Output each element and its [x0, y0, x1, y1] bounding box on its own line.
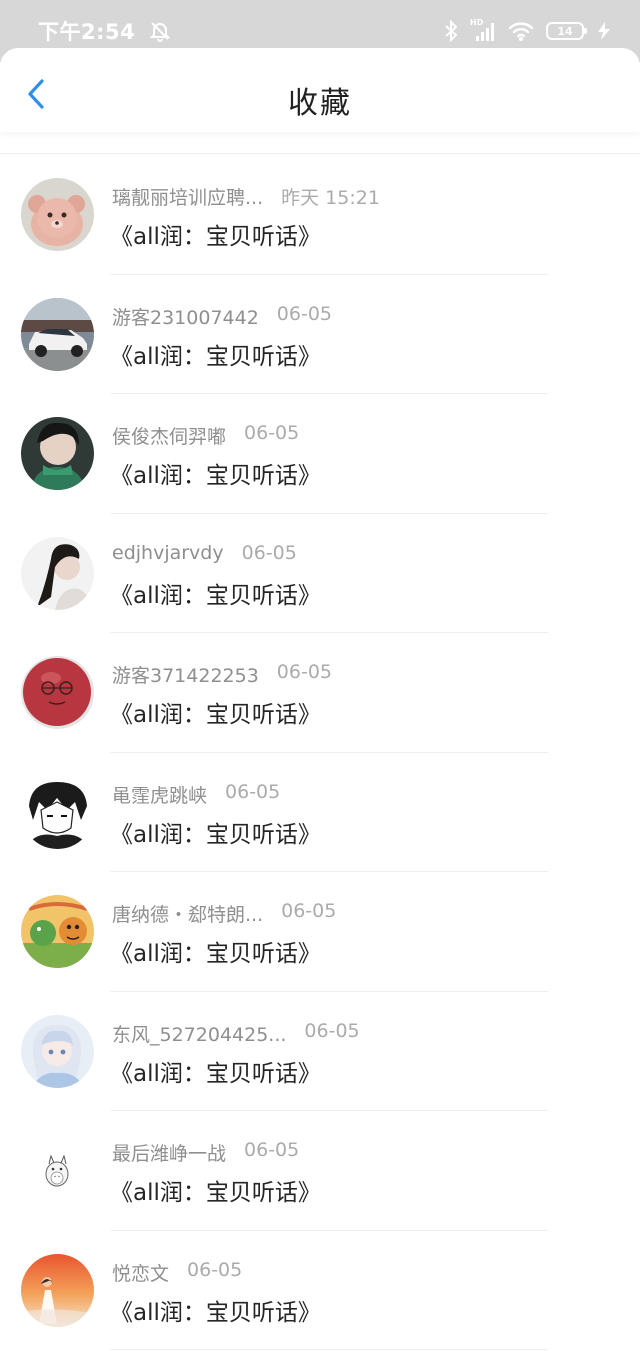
item-meta: 黾霔虎跳峡 06-05	[112, 781, 280, 808]
mute-bell-icon	[149, 20, 171, 42]
item-meta: 东风_527204425... 06-05	[112, 1020, 360, 1047]
hd-badge: HD	[470, 18, 484, 27]
avatar-anime-boy-bw[interactable]	[21, 775, 94, 849]
favorites-list: 璃靓丽培训应聘... 昨天 15:21 《all润：宝贝听话》 游客231007…	[0, 155, 640, 1350]
favorite-title[interactable]: 《all润：宝贝听话》	[110, 217, 321, 251]
user-name[interactable]: 游客371422253	[112, 661, 259, 688]
page-title: 收藏	[288, 86, 352, 121]
battery-icon: 14	[546, 22, 587, 40]
list-top-divider	[0, 153, 640, 154]
avatar-red-ball-face[interactable]	[21, 656, 94, 729]
list-item-9[interactable]: 最后潍峥一战 06-05 《all润：宝贝听话》	[0, 1111, 640, 1231]
item-meta: 游客231007442 06-05	[112, 303, 332, 330]
timestamp: 06-05	[276, 302, 333, 325]
favorite-title[interactable]: 《all润：宝贝听话》	[110, 1173, 321, 1207]
timestamp: 06-05	[244, 422, 300, 444]
user-name[interactable]: 黾霔虎跳峡	[112, 781, 207, 808]
user-name[interactable]: edjhvjarvdy	[112, 542, 224, 564]
list-item-7[interactable]: 唐纳德・郄特朗... 06-05 《all润：宝贝听话》	[0, 872, 640, 992]
timestamp: 06-05	[187, 1258, 243, 1281]
timestamp: 昨天 15:21	[281, 187, 380, 209]
charging-icon	[596, 21, 612, 41]
list-item-3[interactable]: 侯俊杰伺羿嘟 06-05 《all润：宝贝听话》	[0, 394, 640, 514]
status-time: 下午2:54	[38, 20, 136, 44]
list-item-1[interactable]: 璃靓丽培训应聘... 昨天 15:21 《all润：宝贝听话》	[0, 155, 640, 275]
timestamp: 06-05	[304, 1019, 360, 1042]
list-item-4[interactable]: edjhvjarvdy 06-05 《all润：宝贝听话》	[0, 514, 640, 633]
user-name[interactable]: 璃靓丽培训应聘...	[112, 183, 263, 210]
user-name[interactable]: 唐纳德・郄特朗...	[112, 900, 263, 927]
favorite-title[interactable]: 《all润：宝贝听话》	[110, 695, 321, 729]
bluetooth-icon	[444, 20, 458, 42]
signal-icon: HD	[470, 18, 496, 42]
favorite-title[interactable]: 《all润：宝贝听话》	[110, 1054, 321, 1088]
timestamp: 06-05	[244, 1139, 300, 1161]
list-item-8[interactable]: 东风_527204425... 06-05 《all润：宝贝听话》	[0, 992, 640, 1111]
user-name[interactable]: 侯俊杰伺羿嘟	[112, 422, 226, 449]
list-item-5[interactable]: 游客371422253 06-05 《all润：宝贝听话》	[0, 633, 640, 753]
user-name[interactable]: 悦恋文	[112, 1259, 169, 1286]
favorite-title[interactable]: 《all润：宝贝听话》	[110, 1293, 321, 1327]
timestamp: 06-05	[241, 541, 297, 564]
avatar-white-car[interactable]	[21, 297, 94, 371]
list-item-10[interactable]: 悦恋文 06-05 《all润：宝贝听话》	[0, 1231, 640, 1350]
battery-level: 14	[557, 24, 573, 38]
item-meta: 游客371422253 06-05	[112, 661, 332, 688]
item-meta: 最后潍峥一战 06-05	[112, 1139, 299, 1166]
navigation-bar: 收藏	[0, 48, 640, 132]
favorite-title[interactable]: 《all润：宝贝听话》	[110, 576, 321, 610]
avatar-anime-girl-pastel[interactable]	[21, 1014, 94, 1088]
row-divider	[110, 1349, 548, 1350]
timestamp: 06-05	[276, 661, 333, 683]
item-meta: 璃靓丽培训应聘... 昨天 15:21	[112, 183, 380, 210]
favorite-title[interactable]: 《all润：宝贝听话》	[110, 815, 321, 849]
timestamp: 06-05	[225, 780, 281, 803]
list-item-6[interactable]: 黾霔虎跳峡 06-05 《all润：宝贝听话》	[0, 753, 640, 872]
avatar-sunset-figure[interactable]	[21, 1253, 94, 1327]
timestamp: 06-05	[281, 900, 337, 922]
user-name[interactable]: 游客231007442	[112, 303, 259, 330]
list-item-2[interactable]: 游客231007442 06-05 《all润：宝贝听话》	[0, 275, 640, 394]
favorite-title[interactable]: 《all润：宝贝听话》	[110, 456, 321, 490]
avatar-woman-portrait[interactable]	[21, 536, 94, 610]
favorite-title[interactable]: 《all润：宝贝听话》	[110, 337, 321, 371]
favorite-title[interactable]: 《all润：宝贝听话》	[110, 934, 321, 968]
item-meta: 悦恋文 06-05	[112, 1259, 242, 1286]
item-meta: 唐纳德・郄特朗... 06-05	[112, 900, 336, 927]
item-meta: 侯俊杰伺羿嘟 06-05	[112, 422, 299, 449]
item-meta: edjhvjarvdy 06-05	[112, 542, 297, 564]
avatar-plush-bear[interactable]	[21, 178, 94, 251]
avatar-totoro-sketch[interactable]	[21, 1134, 94, 1207]
wifi-icon	[508, 21, 534, 41]
user-name[interactable]: 东风_527204425...	[112, 1020, 286, 1047]
avatar-person-green-scarf[interactable]	[21, 417, 94, 490]
avatar-cartoon-scene[interactable]	[21, 895, 94, 968]
user-name[interactable]: 最后潍峥一战	[112, 1139, 226, 1166]
